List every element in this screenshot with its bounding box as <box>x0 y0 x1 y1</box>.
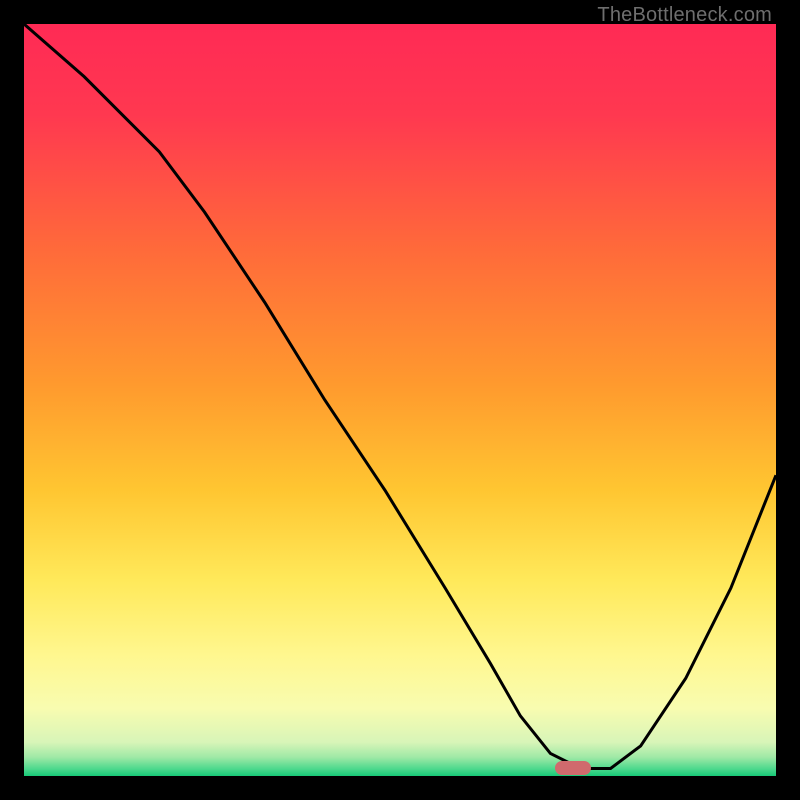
watermark-text: TheBottleneck.com <box>597 4 772 27</box>
bottleneck-curve <box>24 24 776 776</box>
outer-frame: TheBottleneck.com <box>0 0 800 800</box>
plot-area <box>24 24 776 776</box>
optimal-marker <box>555 761 591 775</box>
